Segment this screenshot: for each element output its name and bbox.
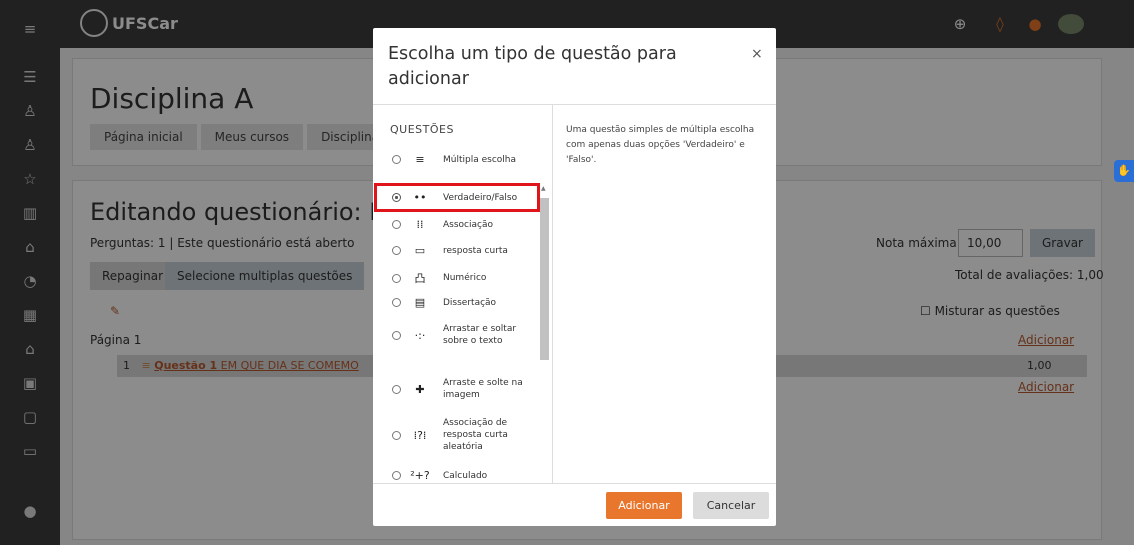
radio[interactable]	[392, 330, 401, 340]
option-essay[interactable]: ▤ Dissertação	[373, 296, 543, 309]
option-short-answer[interactable]: ▭ resposta curta	[373, 244, 543, 257]
option-label: resposta curta	[443, 245, 508, 256]
option-label: Associação	[443, 219, 493, 230]
modal-title: Escolha um tipo de questão para adiciona…	[388, 44, 677, 89]
question-type-description: Uma questão simples de múltipla escolha …	[566, 125, 755, 165]
option-label: Associação de resposta curta aleatória	[443, 418, 508, 452]
option-multiple-choice[interactable]: ≡ Múltipla escolha	[373, 153, 543, 166]
radio[interactable]	[392, 273, 401, 283]
radio[interactable]	[392, 220, 401, 229]
option-drag-drop-image[interactable]: ✚ Arraste e solte na imagem	[373, 377, 543, 401]
option-label: Arrastar e soltar sobre o texto	[443, 324, 517, 346]
radio[interactable]	[392, 471, 401, 480]
radio[interactable]	[392, 384, 401, 394]
option-drag-drop-text[interactable]: ·:· Arrastar e soltar sobre o texto	[373, 323, 543, 347]
question-type-list: QUESTÕES ≡ Múltipla escolha •• Verdadeiro/…	[373, 105, 553, 483]
add-button[interactable]: Adicionar	[606, 492, 682, 519]
option-label: Arraste e solte na imagem	[443, 378, 523, 400]
close-icon[interactable]: ×	[751, 46, 763, 62]
short-answer-icon: ▭	[414, 244, 426, 257]
scroll-up-icon[interactable]: ▲	[541, 185, 546, 192]
option-matching[interactable]: ⁞⁞ Associação	[373, 218, 543, 231]
scrollbar-thumb[interactable]	[540, 198, 549, 360]
numerical-icon: 凸	[414, 272, 426, 285]
list-scrollbar[interactable]: ▲ ▼	[540, 185, 549, 483]
option-calculated[interactable]: ²+? Calculado	[373, 469, 543, 482]
radio[interactable]	[392, 298, 401, 307]
section-heading: QUESTÕES	[390, 123, 454, 136]
essay-icon: ▤	[414, 296, 426, 309]
cancel-button[interactable]: Cancelar	[693, 492, 769, 519]
option-label: Múltipla escolha	[443, 154, 516, 165]
radio[interactable]	[392, 155, 401, 164]
radio[interactable]	[392, 430, 401, 440]
option-label: Calculado	[443, 470, 488, 481]
sign-language-icon[interactable]: ✋	[1114, 160, 1134, 182]
option-numerical[interactable]: 凸 Numérico	[373, 270, 543, 286]
option-label: Numérico	[443, 273, 487, 283]
divider	[373, 483, 776, 484]
option-random-short-answer-matching[interactable]: ⁞?⁞ Associação de resposta curta aleatóri…	[373, 417, 543, 453]
random-matching-icon: ⁞?⁞	[413, 428, 427, 442]
option-label: Dissertação	[443, 297, 497, 308]
calculated-icon: ²+?	[410, 469, 430, 482]
drag-drop-text-icon: ·:·	[414, 328, 426, 342]
selection-highlight	[374, 183, 540, 212]
multiple-choice-icon: ≡	[415, 153, 425, 166]
radio[interactable]	[392, 246, 401, 255]
drag-drop-image-icon: ✚	[415, 382, 425, 396]
question-type-modal: Escolha um tipo de questão para adiciona…	[373, 28, 776, 526]
matching-icon: ⁞⁞	[416, 218, 424, 231]
